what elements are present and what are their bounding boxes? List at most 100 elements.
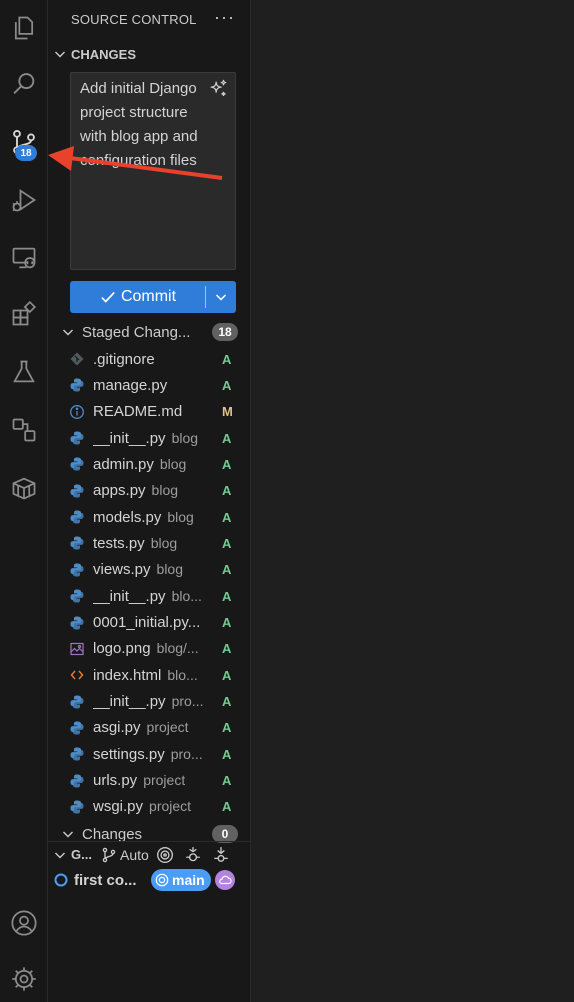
file-row[interactable]: views.py blog A (68, 557, 250, 583)
file-status: A (222, 562, 232, 578)
file-row[interactable]: index.html blo... A (68, 662, 250, 688)
file-row[interactable]: tests.py blog A (68, 530, 250, 556)
file-status: A (222, 483, 232, 499)
file-name: __init__.py (93, 587, 166, 605)
file-row[interactable]: admin.py blog A (68, 451, 250, 477)
file-row[interactable]: wsgi.py project A (68, 794, 250, 820)
file-name: manage.py (93, 376, 168, 394)
file-label: README.md (93, 403, 223, 420)
file-name: apps.py (93, 482, 146, 500)
editor-area (251, 0, 574, 1002)
file-row[interactable]: README.md M (68, 399, 250, 425)
file-status: A (222, 615, 232, 630)
file-name: logo.png (93, 640, 151, 658)
search-icon[interactable] (0, 60, 48, 108)
file-row[interactable]: urls.py project A (68, 768, 250, 794)
testing-icon[interactable] (0, 348, 48, 396)
git-icon (68, 351, 85, 368)
run-debug-icon[interactable] (0, 176, 48, 224)
python-icon (68, 456, 85, 473)
file-row[interactable]: apps.py blog A (68, 478, 250, 504)
html-icon (68, 667, 85, 684)
fetch-icon[interactable] (184, 846, 202, 864)
file-row[interactable]: __init__.py blog A (68, 425, 250, 451)
file-name: README.md (93, 403, 183, 421)
more-actions-button[interactable]: ··· (214, 7, 235, 28)
file-row[interactable]: 0001_initial.py... A (68, 610, 250, 636)
file-directory: blog (151, 482, 179, 499)
file-row[interactable]: logo.png blog/... A (68, 636, 250, 662)
python-icon (68, 561, 85, 578)
file-status: A (222, 535, 232, 551)
file-row[interactable]: manage.py A (68, 372, 250, 398)
pull-icon[interactable] (212, 846, 230, 864)
branch-mode-button[interactable]: Auto (120, 847, 152, 863)
commit-dropdown-button[interactable] (206, 281, 236, 313)
file-name: __init__.py (93, 429, 166, 447)
deployments-icon[interactable] (0, 406, 48, 454)
file-label: manage.py (93, 377, 223, 394)
commit-label: first co... (74, 871, 137, 889)
file-name: tests.py (93, 534, 145, 552)
file-name: settings.py (93, 745, 165, 763)
python-icon (68, 588, 85, 605)
cloud-icon (215, 870, 235, 890)
activity-bar: 18 (0, 0, 48, 1002)
python-icon (68, 614, 85, 631)
commit-button-group: Commit (70, 281, 236, 313)
file-name: __init__.py (93, 693, 166, 711)
file-label: admin.py blog (93, 456, 223, 473)
explorer-icon[interactable] (0, 4, 48, 52)
changes-section-header[interactable]: CHANGES (52, 46, 136, 62)
file-directory: blog (159, 455, 187, 472)
changes-label: Changes (82, 825, 143, 843)
graph-section-label: G... (71, 847, 92, 862)
file-status: A (222, 773, 232, 789)
file-row[interactable]: settings.py pro... A (68, 741, 250, 767)
file-directory: blog/... (156, 640, 199, 657)
file-row[interactable]: __init__.py blo... A (68, 583, 250, 609)
sparkle-icon[interactable] (207, 78, 229, 100)
commit-message-text: Add initial Django project structure wit… (80, 80, 198, 169)
sidebar-title: SOURCE CONTROL (71, 12, 197, 27)
file-row[interactable]: .gitignore A (68, 346, 250, 372)
image-icon (68, 640, 85, 657)
file-name: urls.py (93, 772, 138, 790)
file-status: A (222, 509, 232, 525)
chevron-down-icon (63, 329, 73, 336)
file-name: .gitignore (93, 350, 155, 368)
python-icon (68, 772, 85, 789)
settings-gear-icon[interactable] (0, 955, 48, 1002)
staged-count-badge: 18 (212, 323, 238, 341)
chevron-down-icon (215, 294, 227, 301)
container-icon[interactable] (0, 464, 48, 512)
file-label: models.py blog (93, 509, 223, 526)
commit-button[interactable]: Commit (70, 281, 205, 313)
extensions-icon[interactable] (0, 290, 48, 338)
file-label: urls.py project (93, 772, 223, 789)
file-status: A (222, 430, 232, 446)
file-directory: project (149, 798, 192, 815)
file-row[interactable]: models.py blog A (68, 504, 250, 530)
graph-commit-row[interactable]: first co... main (48, 866, 250, 894)
file-name: views.py (93, 561, 151, 579)
commit-message-input[interactable]: Add initial Django project structure wit… (70, 72, 236, 270)
file-label: asgi.py project (93, 719, 223, 736)
staged-changes-group[interactable]: Staged Chang... 18 (60, 320, 250, 344)
file-row[interactable]: __init__.py pro... A (68, 689, 250, 715)
python-icon (68, 430, 85, 447)
file-status: A (222, 799, 232, 815)
source-control-sidebar: SOURCE CONTROL ··· CHANGES Add initial D… (48, 0, 251, 1002)
graph-section-header[interactable]: G... Auto (48, 841, 250, 867)
file-label: __init__.py blo... (93, 588, 223, 605)
account-icon[interactable] (0, 899, 48, 947)
file-row[interactable]: asgi.py project A (68, 715, 250, 741)
file-status: A (222, 667, 232, 683)
target-icon[interactable] (156, 846, 174, 864)
python-icon (68, 719, 85, 736)
file-label: __init__.py blog (93, 430, 223, 447)
file-directory: blog (171, 429, 199, 446)
file-status: A (222, 588, 232, 604)
check-icon (101, 291, 115, 303)
remote-explorer-icon[interactable] (0, 234, 48, 282)
